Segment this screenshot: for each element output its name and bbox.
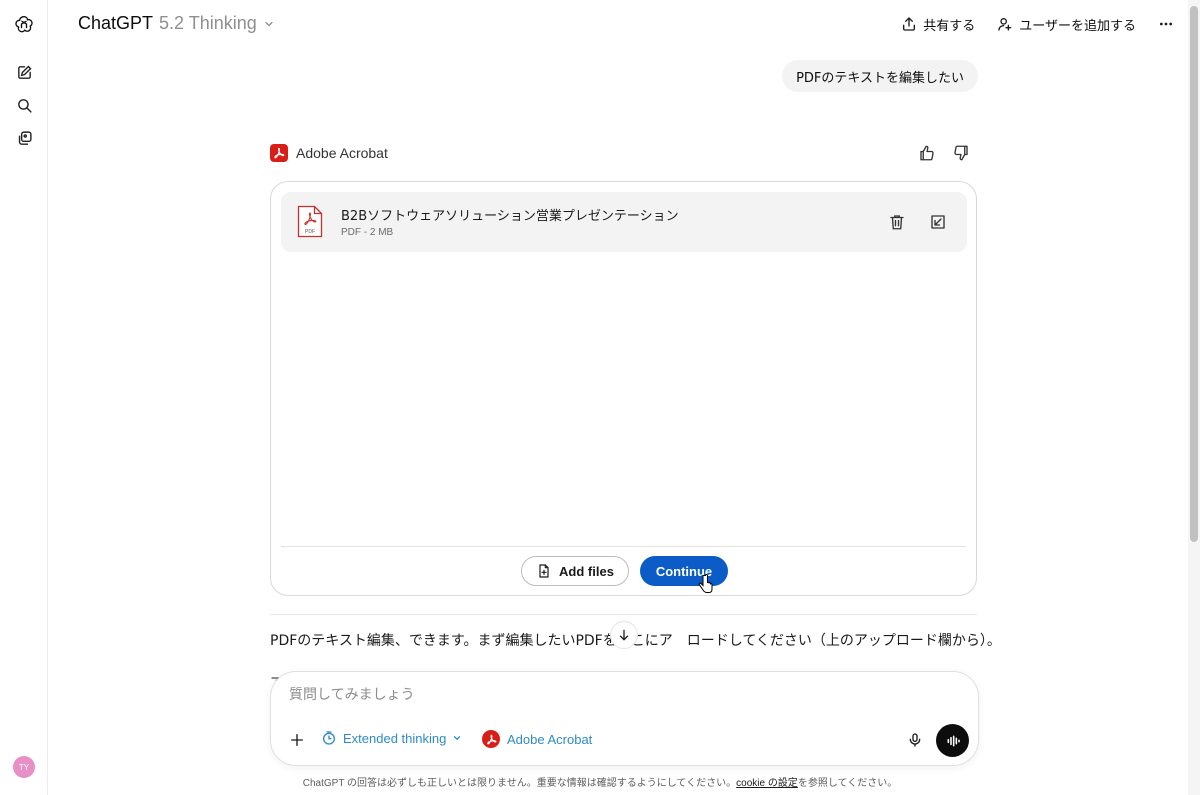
more-horizontal-icon bbox=[1160, 22, 1172, 26]
thinking-clock-icon bbox=[323, 731, 335, 745]
extended-thinking-label: Extended thinking bbox=[343, 730, 447, 746]
adobe-acrobat-label: Adobe Acrobat bbox=[507, 731, 593, 747]
continue-button[interactable]: Continue bbox=[640, 556, 728, 586]
pdf-file-icon: PDF bbox=[297, 205, 323, 238]
disclaimer: ChatGPT の回答は必ずしも正しいとは限りません。重要な情報は確認するように… bbox=[0, 774, 1200, 789]
file-item[interactable]: PDF B2Bソフトウェアソリューション営業プレゼンテーション PDF - 2 … bbox=[281, 192, 967, 252]
add-file-icon bbox=[539, 564, 549, 578]
more-options-button[interactable] bbox=[1158, 13, 1174, 35]
plugin-header: Adobe Acrobat bbox=[270, 144, 388, 162]
header-actions: 共有する ユーザーを追加する bbox=[901, 13, 1174, 35]
adobe-acrobat-icon bbox=[482, 730, 500, 748]
voice-mode-button[interactable] bbox=[936, 724, 969, 757]
adobe-acrobat-chip[interactable]: Adobe Acrobat bbox=[482, 730, 592, 748]
sidebar-rail: TY bbox=[0, 0, 48, 795]
search-icon[interactable] bbox=[12, 93, 36, 117]
model-version: 5.2 Thinking bbox=[159, 13, 257, 33]
voice-waveform-icon bbox=[947, 735, 960, 746]
attach-button[interactable] bbox=[287, 730, 307, 750]
share-icon bbox=[903, 17, 916, 31]
open-external-icon bbox=[931, 215, 945, 229]
add-files-button[interactable]: Add files bbox=[521, 556, 629, 586]
thumbs-down-icon[interactable] bbox=[952, 144, 970, 166]
acrobat-upload-card: PDF B2Bソフトウェアソリューション営業プレゼンテーション PDF - 2 … bbox=[270, 181, 977, 596]
chevron-down-icon bbox=[265, 21, 273, 26]
scrollbar[interactable] bbox=[1188, 0, 1200, 795]
open-file-button[interactable] bbox=[927, 211, 949, 233]
message-divider bbox=[270, 614, 977, 615]
feedback-buttons bbox=[918, 144, 970, 166]
openai-logo-icon[interactable] bbox=[12, 12, 36, 36]
card-divider bbox=[281, 546, 966, 547]
scrollbar-thumb[interactable] bbox=[1190, 6, 1198, 542]
chevron-down-icon bbox=[454, 736, 461, 741]
add-files-label: Add files bbox=[559, 563, 614, 579]
scroll-to-bottom-button[interactable] bbox=[610, 621, 638, 649]
adobe-acrobat-icon bbox=[270, 144, 288, 162]
plugin-name: Adobe Acrobat bbox=[296, 145, 388, 161]
file-meta: PDF - 2 MB bbox=[341, 227, 394, 238]
new-chat-icon[interactable] bbox=[12, 60, 36, 84]
library-icon[interactable] bbox=[12, 126, 36, 150]
disclaimer-text-end: を参照してください。 bbox=[797, 778, 898, 789]
microphone-icon bbox=[909, 733, 921, 747]
cookie-settings-link[interactable]: cookie の設定 bbox=[736, 778, 798, 789]
mouse-cursor-icon bbox=[698, 574, 713, 593]
prompt-input[interactable] bbox=[289, 687, 889, 703]
trash-icon bbox=[890, 215, 904, 230]
user-message: PDFのテキストを編集したい bbox=[782, 60, 978, 92]
assistant-message-text-2: ロードしてください（上のアップロード欄から）。 bbox=[686, 633, 1001, 649]
share-label: 共有する bbox=[923, 18, 976, 34]
pdf-icon-label: PDF bbox=[305, 229, 315, 235]
add-user-icon bbox=[998, 18, 1012, 31]
extended-thinking-chip[interactable]: Extended thinking bbox=[321, 730, 462, 746]
thumbs-up-icon[interactable] bbox=[918, 144, 936, 166]
arrow-down-icon bbox=[619, 629, 629, 641]
dictate-button[interactable] bbox=[905, 730, 925, 750]
delete-file-button[interactable] bbox=[886, 211, 908, 233]
plus-icon bbox=[291, 734, 303, 746]
disclaimer-text: ChatGPT の回答は必ずしも正しいとは限りません。重要な情報は確認するように… bbox=[302, 778, 737, 789]
share-button[interactable]: 共有する bbox=[901, 13, 975, 35]
add-user-button[interactable]: ユーザーを追加する bbox=[997, 13, 1136, 35]
add-user-label: ユーザーを追加する bbox=[1019, 18, 1136, 34]
file-title: B2Bソフトウェアソリューション営業プレゼンテーション bbox=[341, 209, 679, 224]
composer: Extended thinking Adobe Acrobat bbox=[270, 671, 979, 766]
model-selector[interactable]: ChatGPT 5.2 Thinking bbox=[78, 13, 275, 34]
model-name: ChatGPT bbox=[78, 13, 154, 33]
